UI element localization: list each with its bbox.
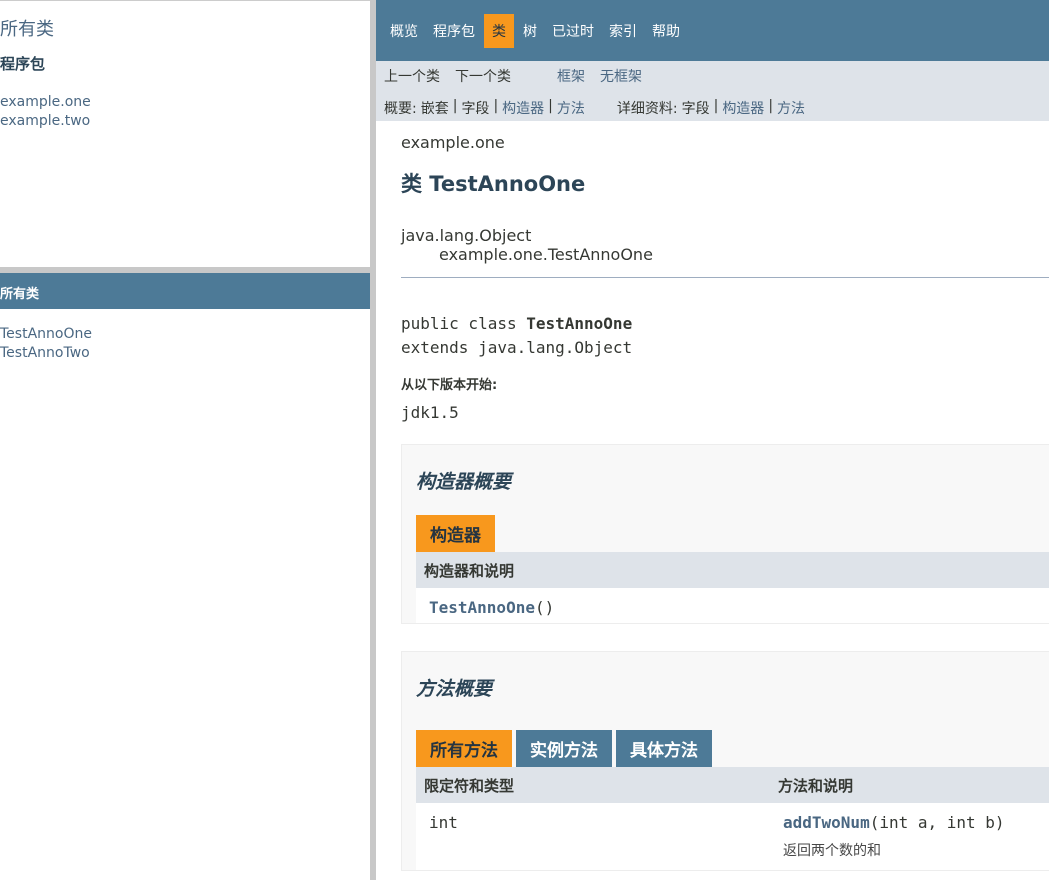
class-list: TestAnnoOne TestAnnoTwo	[0, 325, 92, 363]
signature-prefix: public class	[401, 314, 527, 333]
method-summary: 方法概要 所有方法 实例方法 具体方法 限定符和类型 方法和说明 int add…	[401, 651, 1049, 871]
summary-label: 概要:	[384, 101, 417, 117]
method-description: 返回两个数的和	[783, 843, 881, 859]
signature-extends: extends java.lang.Object	[401, 338, 633, 357]
detail-label: 详细资料:	[616, 101, 678, 117]
divider	[401, 277, 1049, 278]
separator: |	[548, 98, 553, 114]
method-return-type: int	[429, 813, 458, 832]
nav-class: 类	[484, 13, 514, 48]
class-link-testannotwo[interactable]: TestAnnoTwo	[0, 345, 90, 361]
summary-nested: 嵌套	[420, 101, 449, 117]
next-class-label: 下一个类	[455, 69, 511, 85]
tab-concrete-methods[interactable]: 具体方法	[616, 730, 712, 767]
nav-deprecated[interactable]: 已过时	[546, 15, 600, 47]
package-list-frame: 所有类 程序包 example.one example.two	[0, 0, 371, 268]
method-summary-title: 方法概要	[416, 678, 493, 700]
tab-constructors: 构造器	[416, 515, 495, 552]
no-frames-link[interactable]: 无框架	[600, 66, 642, 86]
nav-package[interactable]: 程序包	[427, 15, 481, 47]
separator: |	[452, 98, 458, 114]
package-link-example-two[interactable]: example.two	[0, 113, 90, 129]
constructor-summary-title: 构造器概要	[416, 471, 512, 493]
detail-field: 字段	[681, 101, 710, 117]
tab-instance-methods[interactable]: 实例方法	[516, 730, 612, 767]
summary-field: 字段	[461, 101, 490, 117]
since-value: jdk1.5	[401, 403, 459, 422]
detail-method-link[interactable]: 方法	[777, 98, 805, 118]
method-params: (int a, int b)	[869, 813, 1005, 832]
package-list: example.one example.two	[0, 93, 91, 131]
summary-constructor-link[interactable]: 构造器	[502, 98, 544, 118]
class-title: 类 TestAnnoOne	[401, 172, 586, 196]
nav-help[interactable]: 帮助	[646, 15, 686, 47]
class-content: example.one 类 TestAnnoOne java.lang.Obje…	[376, 133, 1049, 871]
package-name: example.one	[401, 133, 505, 152]
header-modifier-type: 限定符和类型	[424, 776, 515, 795]
separator: |	[713, 98, 719, 114]
packages-heading: 程序包	[0, 55, 46, 73]
package-link-example-one[interactable]: example.one	[0, 94, 91, 110]
table-row: int addTwoNum(int a, int b) 返回两个数的和	[416, 803, 1049, 870]
prev-class-label: 上一个类	[384, 69, 440, 85]
method-table-header: 限定符和类型 方法和说明	[416, 767, 1049, 803]
tab-all-methods[interactable]: 所有方法	[416, 730, 512, 767]
separator: |	[768, 98, 774, 114]
inheritance-tree: java.lang.Object example.one.TestAnnoOne	[401, 226, 1049, 264]
nav-tree[interactable]: 树	[517, 15, 543, 47]
nav-index[interactable]: 索引	[603, 15, 643, 47]
summary-method-link[interactable]: 方法	[557, 98, 585, 118]
class-signature: public class TestAnnoOne extends java.la…	[401, 312, 1049, 360]
header-method-desc: 方法和说明	[778, 776, 854, 795]
class-link-testannoone[interactable]: TestAnnoOne	[0, 326, 92, 342]
detail-constructor-link[interactable]: 构造器	[722, 98, 764, 118]
top-navbar: 概览 程序包 类 树 已过时 索引 帮助	[376, 0, 1049, 61]
constructor-table-header: 构造器和说明	[416, 552, 1049, 588]
inheritance-root: java.lang.Object	[401, 226, 532, 245]
signature-class: TestAnnoOne	[526, 314, 633, 333]
since-label: 从以下版本开始:	[401, 378, 498, 393]
class-detail-frame: 概览 程序包 类 树 已过时 索引 帮助 上一个类 下一个类 框架 无框架 概要…	[376, 0, 1049, 880]
constructor-params: ()	[534, 598, 555, 617]
nav-overview[interactable]: 概览	[384, 15, 424, 47]
class-list-frame: 所有类 TestAnnoOne TestAnnoTwo	[0, 273, 371, 880]
table-row: TestAnnoOne()	[416, 588, 1049, 623]
separator: |	[493, 98, 499, 114]
constructor-summary: 构造器概要 构造器 构造器和说明 TestAnnoOne()	[401, 444, 1049, 624]
constructor-link[interactable]: TestAnnoOne	[429, 598, 535, 617]
all-classes-link[interactable]: 所有类	[0, 15, 54, 41]
all-classes-heading: 所有类	[0, 273, 370, 309]
method-link-addtwonum[interactable]: addTwoNum	[783, 813, 870, 832]
inheritance-current: example.one.TestAnnoOne	[439, 245, 653, 264]
sub-navbar: 上一个类 下一个类 框架 无框架 概要: 嵌套 | 字段 | 构造器 | 方法 …	[376, 61, 1049, 121]
frames-link[interactable]: 框架	[557, 66, 585, 86]
